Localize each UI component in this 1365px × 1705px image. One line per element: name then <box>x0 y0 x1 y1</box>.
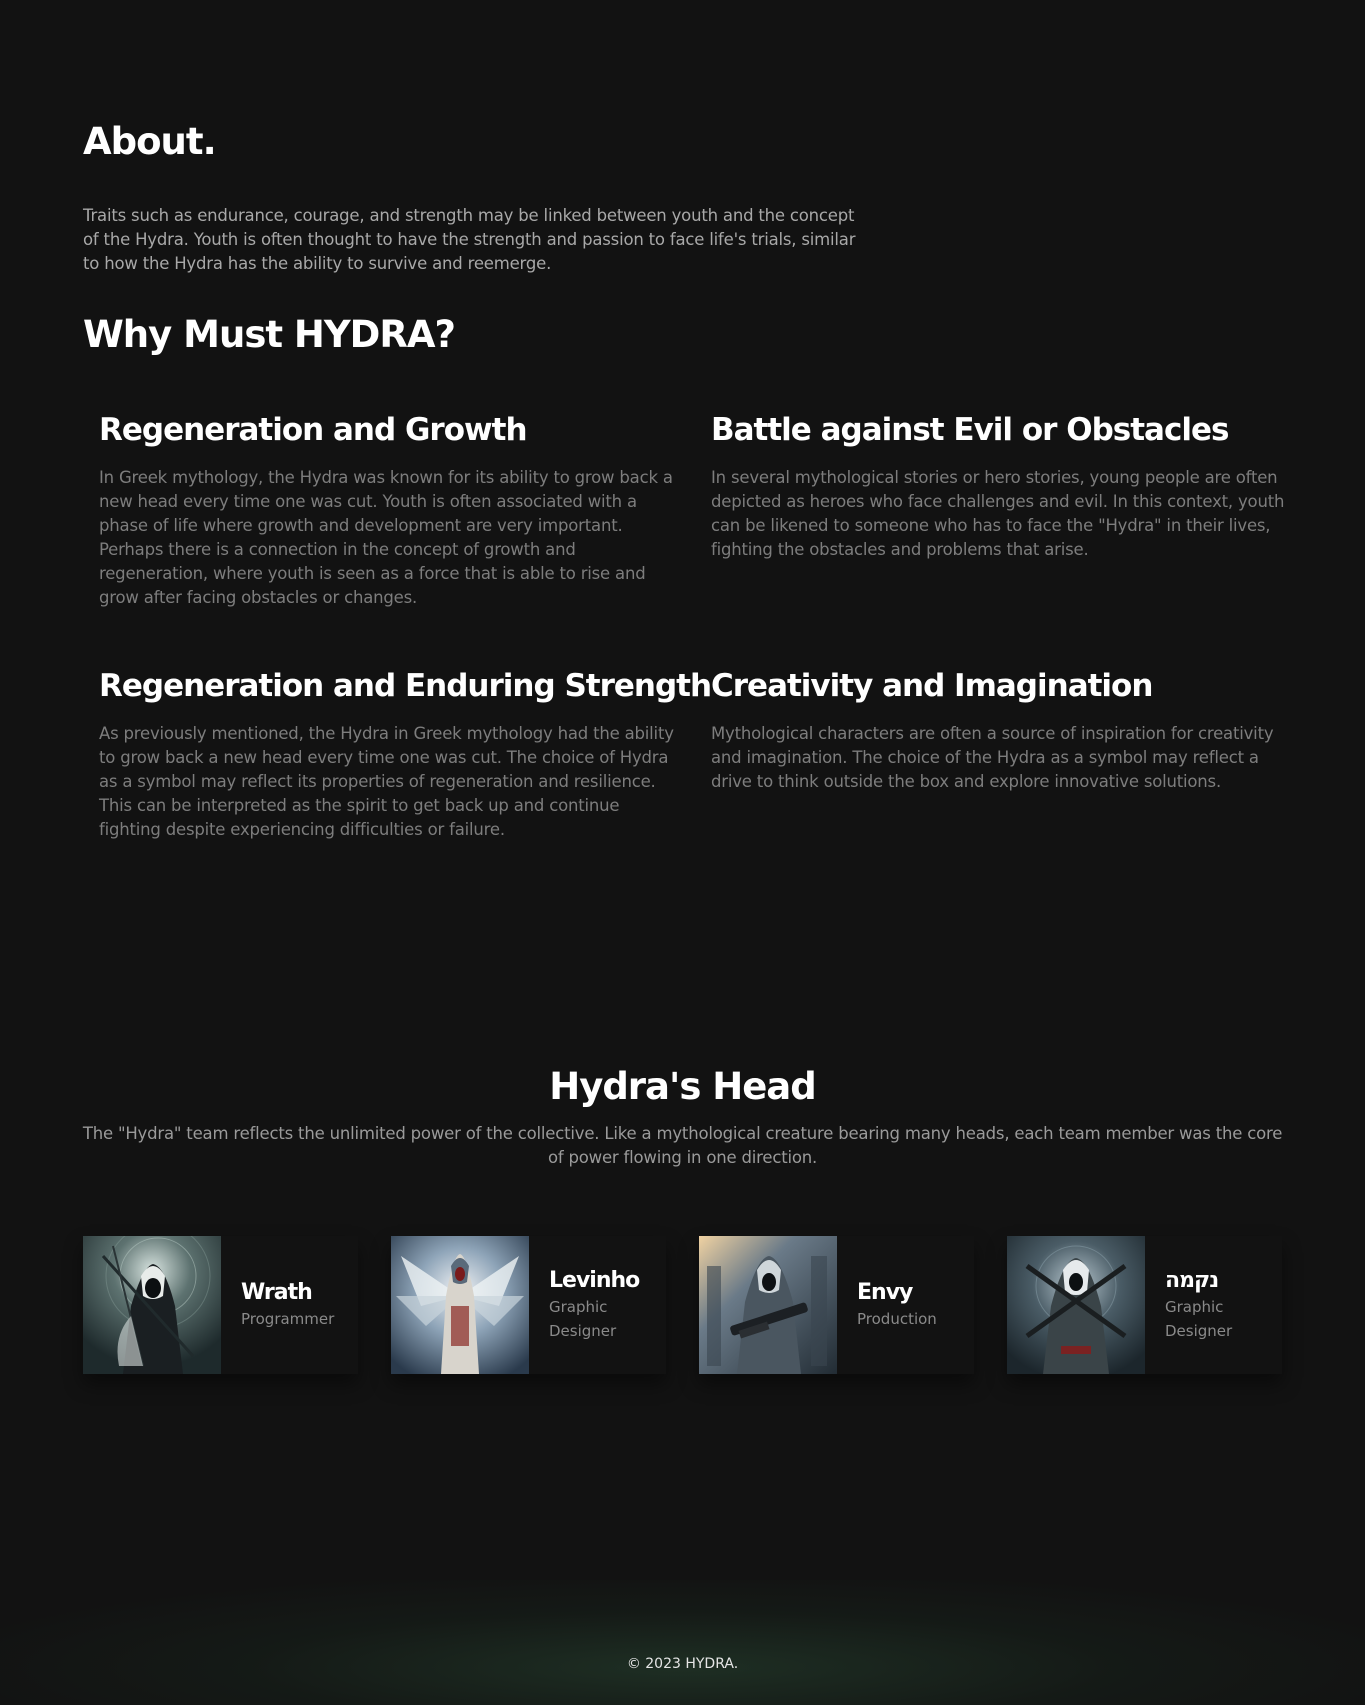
feature-title: Regeneration and Enduring Strength <box>99 668 712 704</box>
member-info: Envy Production <box>837 1279 957 1331</box>
gunman-icon <box>699 1236 837 1374</box>
feature-battle-evil: Battle against Evil or Obstacles In seve… <box>711 410 1286 562</box>
team-member-card: Envy Production <box>699 1236 974 1374</box>
feature-title: Regeneration and Growth <box>99 412 528 448</box>
feature-title: Creativity and Imagination <box>711 668 1153 704</box>
team-description: The "Hydra" team reflects the unlimited … <box>82 1124 1283 1167</box>
feature-creativity: Creativity and Imagination Mythological … <box>711 666 1286 794</box>
about-section: About. Traits such as endurance, courage… <box>83 120 863 276</box>
feature-regeneration-growth: Regeneration and Growth In Greek mytholo… <box>99 410 674 610</box>
member-avatar <box>391 1236 529 1374</box>
about-text: Traits such as endurance, courage, and s… <box>83 206 856 273</box>
feature-title: Battle against Evil or Obstacles <box>711 412 1229 448</box>
winged-knight-icon <box>391 1236 529 1374</box>
member-avatar <box>699 1236 837 1374</box>
feature-text: Mythological characters are often a sour… <box>711 724 1274 791</box>
member-name: נקמה <box>1165 1268 1219 1293</box>
team-member-card: נקמה Graphic Designer <box>1007 1236 1282 1374</box>
member-role: Production <box>857 1310 937 1328</box>
member-name: Levinho <box>549 1268 640 1293</box>
about-title: About. <box>83 120 217 163</box>
feature-text: In Greek mythology, the Hydra was known … <box>99 468 673 607</box>
member-role: Graphic Designer <box>1165 1298 1233 1340</box>
member-info: Wrath Programmer <box>221 1279 341 1331</box>
member-name: Wrath <box>241 1280 313 1305</box>
member-info: Levinho Graphic Designer <box>529 1267 649 1343</box>
feature-enduring-strength: Regeneration and Enduring Strength As pr… <box>99 666 712 842</box>
member-info: נקמה Graphic Designer <box>1145 1267 1265 1343</box>
member-avatar <box>1007 1236 1145 1374</box>
team-title: Hydra's Head <box>549 1065 817 1108</box>
assassin-icon <box>1007 1236 1145 1374</box>
hooded-warrior-icon <box>83 1236 221 1374</box>
member-avatar <box>83 1236 221 1374</box>
member-role: Programmer <box>241 1310 335 1328</box>
member-role: Graphic Designer <box>549 1298 617 1340</box>
footer: © 2023 HYDRA. <box>0 1580 1365 1705</box>
team-member-card: Levinho Graphic Designer <box>391 1236 666 1374</box>
feature-text: As previously mentioned, the Hydra in Gr… <box>99 724 674 839</box>
why-title: Why Must HYDRA? <box>83 313 456 356</box>
team-member-card: Wrath Programmer <box>83 1236 358 1374</box>
page: About. Traits such as endurance, courage… <box>0 0 1365 1705</box>
member-name: Envy <box>857 1280 913 1305</box>
copyright-text: © 2023 HYDRA. <box>626 1656 739 1672</box>
feature-text: In several mythological stories or hero … <box>711 468 1285 559</box>
